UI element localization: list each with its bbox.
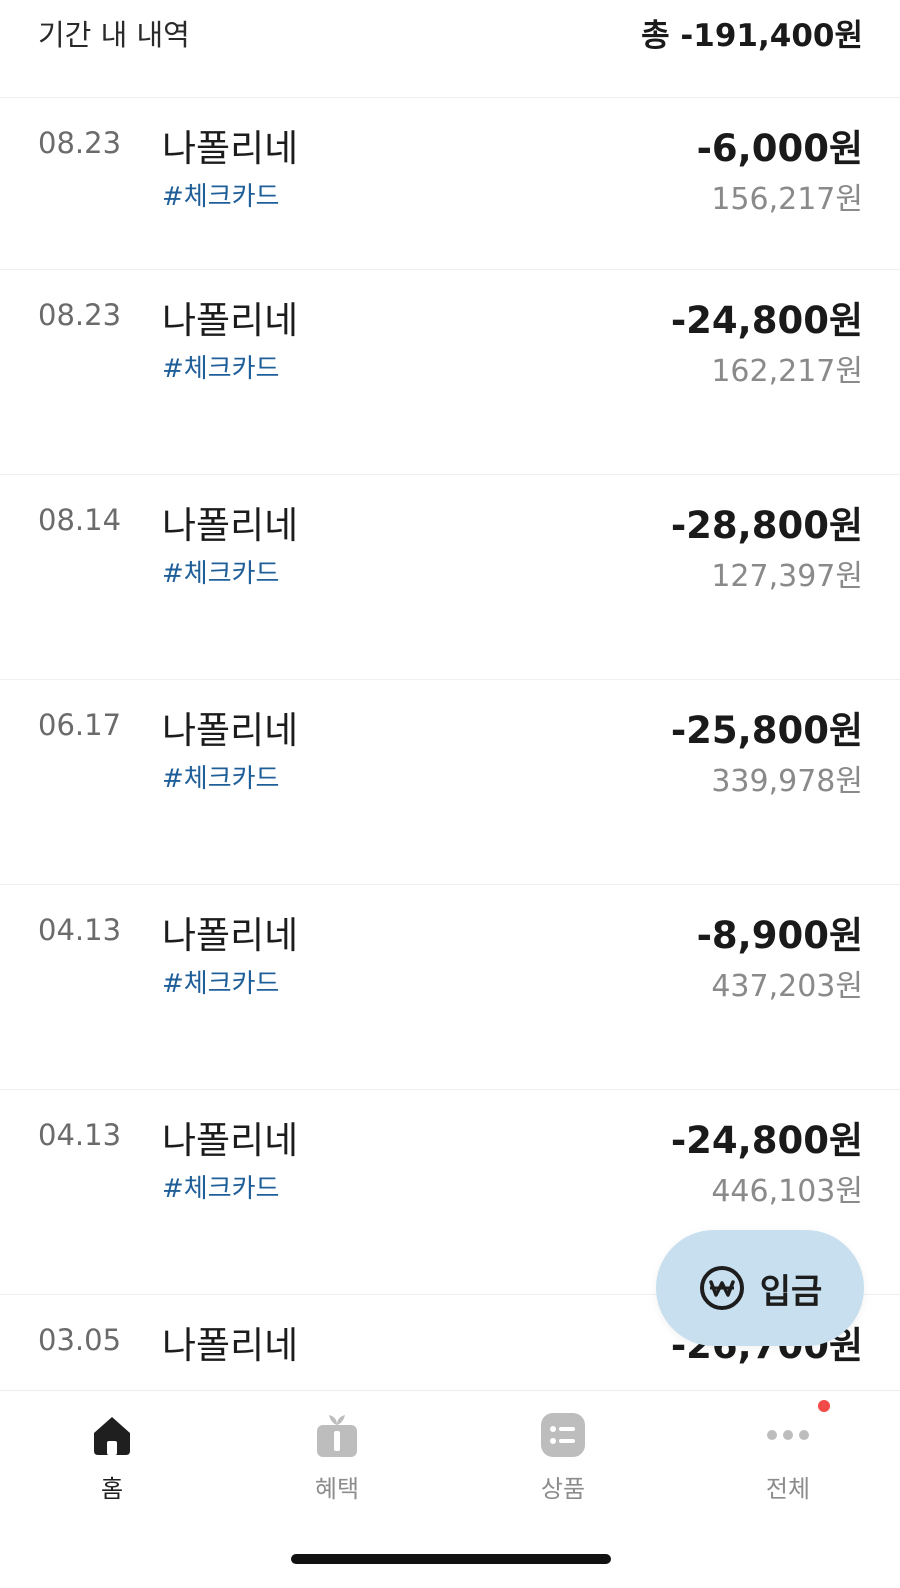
transaction-date: 08.23 (38, 298, 122, 332)
period-label: 기간 내 내역 (38, 18, 190, 52)
transaction-row[interactable]: 08.23 나폴리네 #체크카드 -6,000원 156,217원 (0, 98, 900, 270)
transaction-amount: -25,800원 (670, 709, 863, 752)
transaction-row[interactable]: 08.14 나폴리네 #체크카드 -28,800원 127,397원 (0, 475, 900, 680)
transaction-amount: -6,000원 (696, 127, 863, 170)
transaction-tag[interactable]: #체크카드 (162, 758, 279, 795)
transaction-tag[interactable]: #체크카드 (162, 176, 279, 213)
gift-icon (317, 1415, 357, 1457)
transaction-tag[interactable]: #체크카드 (162, 553, 279, 590)
transaction-balance: 162,217원 (711, 354, 863, 389)
transaction-date: 08.23 (38, 126, 122, 160)
more-icon (767, 1430, 809, 1440)
transaction-amount: -24,800원 (670, 1119, 863, 1162)
transaction-date: 06.17 (38, 708, 122, 742)
transaction-row[interactable]: 04.13 나폴리네 #체크카드 -8,900원 437,203원 (0, 885, 900, 1090)
transaction-tag[interactable]: #체크카드 (162, 1168, 279, 1205)
transaction-tag[interactable]: #체크카드 (162, 348, 279, 385)
list-icon (541, 1413, 585, 1457)
tab-home-label: 홈 (100, 1475, 124, 1503)
tab-home[interactable]: 홈 (52, 1411, 172, 1511)
app-screen: 기간 내 내역 총 -191,400원 08.23 나폴리네 #체크카드 -6,… (0, 0, 900, 1588)
home-icon (94, 1417, 130, 1455)
transaction-balance: 339,978원 (711, 764, 863, 799)
transaction-balance: 437,203원 (711, 969, 863, 1004)
transaction-date: 04.13 (38, 1118, 122, 1152)
tab-all[interactable]: 전체 (728, 1411, 848, 1511)
deposit-button[interactable]: 입금 (656, 1230, 864, 1346)
tab-products[interactable]: 상품 (503, 1411, 623, 1511)
tab-benefits[interactable]: 혜택 (277, 1411, 397, 1511)
transaction-balance: 446,103원 (711, 1174, 863, 1209)
transaction-amount: -28,800원 (670, 504, 863, 547)
period-total: 총 -191,400원 (641, 18, 863, 54)
won-icon (699, 1266, 744, 1310)
transaction-balance: 156,217원 (711, 182, 863, 217)
tab-products-label: 상품 (540, 1475, 586, 1503)
tab-all-label: 전체 (765, 1475, 811, 1503)
period-summary: 기간 내 내역 총 -191,400원 (0, 0, 900, 98)
transaction-date: 03.05 (38, 1323, 122, 1357)
transaction-amount: -8,900원 (696, 914, 863, 957)
deposit-label: 입금 (759, 1271, 823, 1312)
transaction-row[interactable]: 06.17 나폴리네 #체크카드 -25,800원 339,978원 (0, 680, 900, 885)
transaction-merchant: 나폴리네 (162, 709, 299, 752)
transaction-date: 04.13 (38, 913, 122, 947)
transaction-merchant: 나폴리네 (162, 299, 299, 342)
transaction-merchant: 나폴리네 (162, 914, 299, 957)
transaction-merchant: 나폴리네 (162, 1119, 299, 1162)
home-indicator[interactable] (291, 1554, 611, 1564)
transaction-row[interactable]: 08.23 나폴리네 #체크카드 -24,800원 162,217원 (0, 270, 900, 475)
transaction-merchant: 나폴리네 (162, 1324, 299, 1367)
transaction-date: 08.14 (38, 503, 122, 537)
transaction-merchant: 나폴리네 (162, 127, 299, 170)
transaction-amount: -24,800원 (670, 299, 863, 342)
transaction-balance: 127,397원 (711, 559, 863, 594)
tab-benefits-label: 혜택 (314, 1475, 360, 1503)
transaction-tag[interactable]: #체크카드 (162, 963, 279, 1000)
transaction-merchant: 나폴리네 (162, 504, 299, 547)
notification-badge (818, 1400, 830, 1412)
